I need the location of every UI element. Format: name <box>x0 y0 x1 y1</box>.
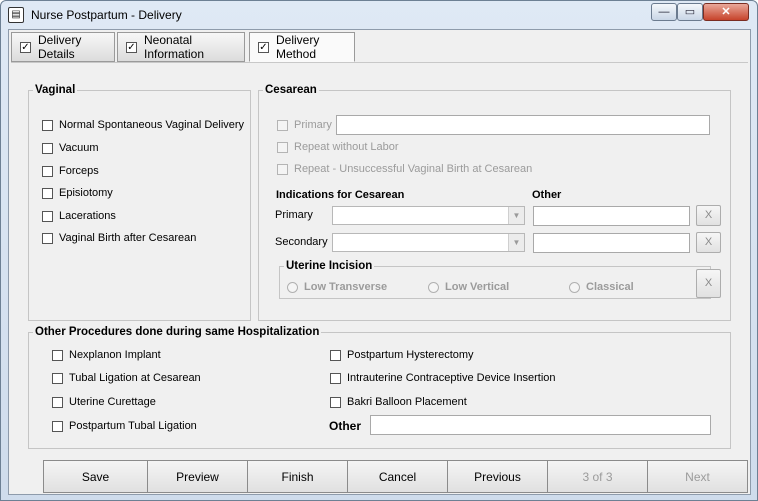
cesarean-repeat-unsuccessful[interactable]: Repeat - Unsuccessful Vaginal Birth at C… <box>277 163 532 175</box>
secondary-indication-label: Secondary <box>275 236 328 248</box>
checkbox[interactable] <box>52 372 63 384</box>
procedure-postpartum-tubal-ligation[interactable]: Postpartum Tubal Ligation <box>52 420 197 432</box>
primary-indication-dropdown[interactable]: ▼ <box>332 206 525 225</box>
other-procedure-label: Other <box>329 419 362 433</box>
tab-checkbox-icon: ✓ <box>126 41 137 53</box>
minimize-button[interactable]: — <box>651 3 677 21</box>
tab-delivery-method[interactable]: ✓ Delivery Method <box>249 32 355 62</box>
nurse-postpartum-window: ▤ Nurse Postpartum - Delivery — ▭ ✕ ✓ De… <box>0 0 758 501</box>
checkbox[interactable] <box>277 163 288 175</box>
procedure-iud-insertion[interactable]: Intrauterine Contraceptive Device Insert… <box>330 372 556 384</box>
checkbox[interactable] <box>52 396 63 408</box>
procedure-nexplanon[interactable]: Nexplanon Implant <box>52 349 161 361</box>
tab-neonatal-information[interactable]: ✓ Neonatal Information <box>117 32 245 62</box>
navigation-bar: Save Preview Finish Cancel Previous 3 of… <box>9 460 752 494</box>
checkbox[interactable] <box>330 396 341 408</box>
vaginal-option-nsvd[interactable]: Normal Spontaneous Vaginal Delivery <box>42 119 244 131</box>
window-icon: ▤ <box>8 7 24 23</box>
checkbox[interactable] <box>42 142 53 154</box>
vaginal-option-vbac[interactable]: Vaginal Birth after Cesarean <box>42 232 196 244</box>
checkbox[interactable] <box>277 141 288 153</box>
checkbox[interactable] <box>42 119 53 131</box>
vaginal-option-lacerations[interactable]: Lacerations <box>42 210 116 222</box>
vaginal-option-episiotomy[interactable]: Episiotomy <box>42 187 113 199</box>
radio-button[interactable] <box>428 281 439 293</box>
checkbox[interactable] <box>42 210 53 222</box>
chevron-down-icon: ▼ <box>508 207 524 224</box>
clear-incision-button[interactable]: X <box>696 269 721 298</box>
primary-indication-label: Primary <box>275 209 313 221</box>
secondary-indication-dropdown[interactable]: ▼ <box>332 233 525 252</box>
finish-button[interactable]: Finish <box>247 460 348 493</box>
checkbox[interactable] <box>277 119 288 131</box>
maximize-button[interactable]: ▭ <box>677 3 703 21</box>
cesarean-primary-option[interactable]: Primary <box>277 119 332 131</box>
uterine-incision-group: Uterine Incision <box>279 260 711 299</box>
radio-button[interactable] <box>569 281 580 293</box>
procedure-uterine-curettage[interactable]: Uterine Curettage <box>52 396 156 408</box>
incision-classical[interactable]: Classical <box>569 281 634 293</box>
checkbox[interactable] <box>330 349 341 361</box>
indications-heading: Indications for Cesarean <box>276 189 405 201</box>
checkbox[interactable] <box>42 187 53 199</box>
tab-checkbox-icon: ✓ <box>20 41 31 53</box>
chevron-down-icon: ▼ <box>508 234 524 251</box>
uterine-incision-legend: Uterine Incision <box>286 260 373 272</box>
next-button[interactable]: Next <box>647 460 748 493</box>
save-button[interactable]: Save <box>43 460 148 493</box>
checkbox[interactable] <box>42 165 53 177</box>
procedure-bakri-balloon[interactable]: Bakri Balloon Placement <box>330 396 467 408</box>
client-area: ✓ Delivery Details ✓ Neonatal Informatio… <box>8 29 751 495</box>
tab-label: Neonatal Information <box>144 33 205 61</box>
previous-button[interactable]: Previous <box>447 460 548 493</box>
procedure-tubal-ligation-cesarean[interactable]: Tubal Ligation at Cesarean <box>52 372 201 384</box>
other-procedure-field[interactable] <box>370 415 711 435</box>
title-bar: ▤ Nurse Postpartum - Delivery — ▭ ✕ <box>1 1 757 29</box>
primary-other-field[interactable] <box>533 206 690 226</box>
window-title: Nurse Postpartum - Delivery <box>31 8 182 22</box>
secondary-other-field[interactable] <box>533 233 690 253</box>
cesarean-legend: Cesarean <box>265 84 317 96</box>
tab-label: Delivery Details <box>38 33 82 61</box>
incision-low-vertical[interactable]: Low Vertical <box>428 281 509 293</box>
checkbox[interactable] <box>52 349 63 361</box>
tab-label: Delivery Method <box>276 33 320 61</box>
other-procedures-legend: Other Procedures done during same Hospit… <box>35 326 320 338</box>
vaginal-option-vacuum[interactable]: Vacuum <box>42 142 99 154</box>
checkbox[interactable] <box>52 420 63 432</box>
cesarean-primary-field[interactable] <box>336 115 710 135</box>
close-button[interactable]: ✕ <box>703 3 749 21</box>
checkbox[interactable] <box>330 372 341 384</box>
delivery-method-page: Vaginal Normal Spontaneous Vaginal Deliv… <box>11 62 748 459</box>
checkbox[interactable] <box>42 232 53 244</box>
incision-low-transverse[interactable]: Low Transverse <box>287 281 387 293</box>
procedure-postpartum-hysterectomy[interactable]: Postpartum Hysterectomy <box>330 349 474 361</box>
page-indicator: 3 of 3 <box>547 460 648 493</box>
cesarean-repeat-without-labor[interactable]: Repeat without Labor <box>277 141 399 153</box>
vaginal-option-forceps[interactable]: Forceps <box>42 165 99 177</box>
cancel-button[interactable]: Cancel <box>347 460 448 493</box>
radio-button[interactable] <box>287 281 298 293</box>
vaginal-legend: Vaginal <box>35 84 76 96</box>
clear-secondary-button[interactable]: X <box>696 232 721 253</box>
preview-button[interactable]: Preview <box>147 460 248 493</box>
other-heading: Other <box>532 189 562 201</box>
tab-delivery-details[interactable]: ✓ Delivery Details <box>11 32 115 62</box>
clear-primary-button[interactable]: X <box>696 205 721 226</box>
tab-checkbox-icon: ✓ <box>258 41 269 53</box>
